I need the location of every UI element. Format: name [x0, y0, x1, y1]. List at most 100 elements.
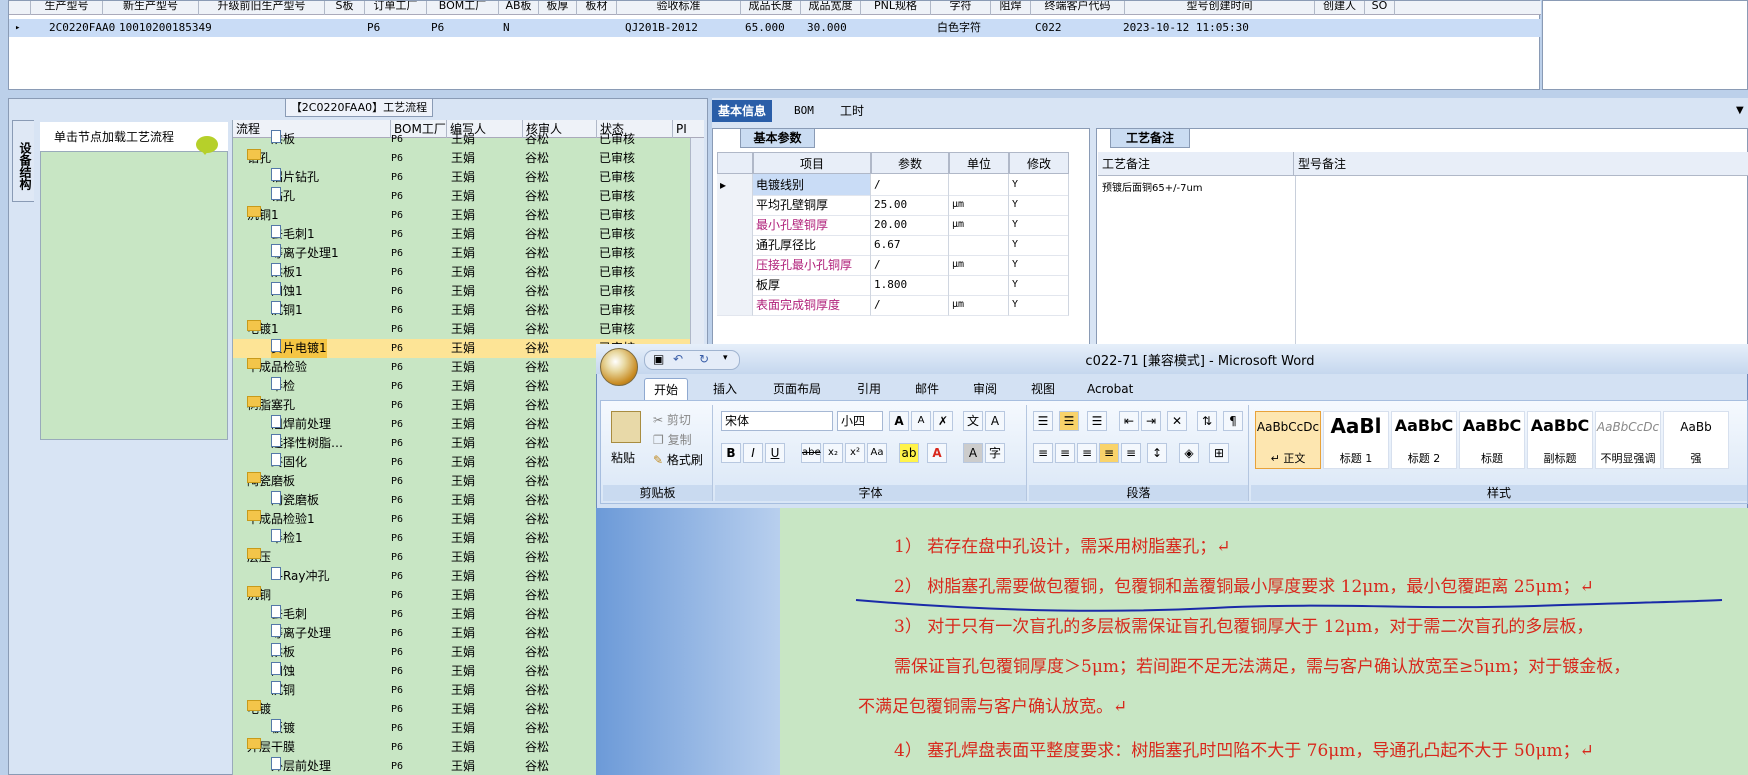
param-value[interactable]: / [871, 174, 949, 196]
tree-node[interactable]: 陶瓷磨板 [271, 491, 319, 510]
numbering-icon[interactable]: ☰ [1059, 411, 1079, 431]
redo-icon[interactable]: ↻ [699, 352, 709, 366]
cell-bom-factory[interactable]: P6 [391, 624, 403, 643]
param-value[interactable]: / [871, 294, 949, 316]
shrink-font-icon[interactable]: A [911, 411, 931, 431]
cell-reviewer[interactable]: 谷松 [525, 472, 549, 491]
col-header[interactable]: 新生产型号 [103, 1, 199, 15]
cell-bom-factory[interactable]: P6 [391, 415, 403, 434]
col-header[interactable]: PNL规格 [861, 1, 931, 15]
param-unit[interactable] [949, 174, 1009, 196]
tree-row[interactable]: −电镀1 P6 王娟 谷松 已审核 [233, 320, 704, 339]
cell-bom-factory[interactable]: P6 [391, 529, 403, 548]
param-name[interactable]: 表面完成铜厚度 [753, 294, 871, 316]
device-structure-tab[interactable]: 设备结构 [12, 120, 34, 202]
cell-writer[interactable]: 王娟 [451, 757, 475, 775]
char-shading-icon[interactable]: A [963, 443, 983, 463]
style-item[interactable]: AaBl 标题 1 [1323, 411, 1389, 469]
col-header[interactable]: 订单工厂 [365, 1, 427, 15]
tab-bom[interactable]: BOM [788, 100, 820, 122]
cell-writer[interactable]: 王娟 [451, 396, 475, 415]
char-border-icon[interactable]: A [985, 411, 1005, 431]
model-row[interactable]: ▸ 2C0220FAA0 10010200185349 P6 P6 N QJ20… [9, 19, 1541, 37]
cell-writer[interactable]: 王娟 [451, 567, 475, 586]
col-header[interactable]: 板材 [577, 1, 617, 15]
tree-node[interactable]: −沉铜1 [247, 206, 279, 225]
paste-icon[interactable] [611, 411, 641, 443]
tree-row[interactable]: 钻孔 P6 王娟 谷松 已审核 [233, 187, 704, 206]
cell-reviewer[interactable]: 谷松 [525, 339, 549, 358]
style-item[interactable]: AaBb 强 [1663, 411, 1729, 469]
tree-node[interactable]: −层压 [247, 548, 271, 567]
cell-reviewer[interactable]: 谷松 [525, 700, 549, 719]
col-header[interactable]: 修改 [1009, 152, 1069, 174]
param-row[interactable]: 通孔厚径比 6.67 Y [717, 234, 1087, 256]
cell-writer[interactable]: 王娟 [451, 662, 475, 681]
tree-row[interactable]: 去毛刺1 P6 王娟 谷松 已审核 [233, 225, 704, 244]
cell-writer[interactable]: 王娟 [451, 472, 475, 491]
col-header[interactable]: 成品长度 [741, 1, 801, 15]
cell-bom-factory[interactable]: P6 [429, 19, 444, 37]
tree-node[interactable]: 烘板 [271, 643, 295, 662]
tree-node[interactable]: 去毛刺 [271, 605, 307, 624]
cell-writer[interactable]: 王娟 [451, 168, 475, 187]
cell-bom-factory[interactable]: P6 [391, 700, 403, 719]
cell-writer[interactable]: 王娟 [451, 605, 475, 624]
param-row[interactable]: 表面完成铜厚度 / μm Y [717, 294, 1087, 316]
tree-node[interactable]: 负片电镀1 [271, 339, 327, 358]
col-header[interactable]: 工艺备注 [1098, 152, 1294, 176]
cell-reviewer[interactable]: 谷松 [525, 529, 549, 548]
cell-writer[interactable]: 王娟 [451, 434, 475, 453]
cell-bom-factory[interactable]: P6 [391, 738, 403, 757]
param-modify[interactable]: Y [1009, 294, 1069, 316]
cell-bom-factory[interactable]: P6 [391, 244, 403, 263]
param-name[interactable]: 平均孔壁铜厚 [753, 194, 871, 216]
tree-row[interactable]: 烘板1 P6 王娟 谷松 已审核 [233, 263, 704, 282]
cell-order-factory[interactable]: P6 [365, 19, 380, 37]
cell-reviewer[interactable]: 谷松 [525, 491, 549, 510]
align-left-icon[interactable]: ≡ [1033, 443, 1053, 463]
cell-reviewer[interactable]: 谷松 [525, 643, 549, 662]
underline-icon[interactable]: U [765, 443, 785, 463]
cell-writer[interactable]: 王娟 [451, 282, 475, 301]
cell-bom-factory[interactable]: P6 [391, 168, 403, 187]
param-unit[interactable]: μm [949, 194, 1009, 216]
strikethrough-icon[interactable]: abe [801, 443, 821, 463]
col-header[interactable]: 板厚 [539, 1, 577, 15]
tab-basic-params[interactable]: 基本参数 [740, 128, 815, 148]
cell-bom-factory[interactable]: P6 [391, 567, 403, 586]
param-row[interactable]: 平均孔壁铜厚 25.00 μm Y [717, 194, 1087, 216]
cell-writer[interactable]: 王娟 [451, 225, 475, 244]
tab-home[interactable]: 开始 [644, 378, 689, 400]
param-value[interactable]: 25.00 [871, 194, 949, 216]
cell-status[interactable]: 已审核 [599, 282, 635, 301]
tab-insert[interactable]: 插入 [704, 378, 746, 400]
cell-writer[interactable]: 王娟 [451, 320, 475, 339]
font-size-select[interactable]: 小四 [837, 411, 883, 431]
tab-mailings[interactable]: 邮件 [906, 378, 948, 400]
cell-bom-factory[interactable]: P6 [391, 282, 403, 301]
cell-length[interactable]: 65.000 [743, 19, 785, 37]
cell-writer[interactable]: 王娟 [451, 548, 475, 567]
paste-button[interactable]: 粘贴 [611, 449, 635, 466]
col-header[interactable]: 项目 [753, 152, 871, 174]
line-spacing-icon[interactable]: ↕ [1147, 443, 1167, 463]
tree-node[interactable]: 烘板 [271, 130, 295, 149]
show-marks-icon[interactable]: ¶ [1223, 411, 1243, 431]
cell-customer[interactable]: C022 [1033, 19, 1062, 37]
col-header[interactable]: 字符 [931, 1, 991, 15]
cell-reviewer[interactable]: 谷松 [525, 187, 549, 206]
cell-writer[interactable]: 王娟 [451, 453, 475, 472]
cell-writer[interactable]: 王娟 [451, 339, 475, 358]
tab-basic-info[interactable]: 基本信息 [712, 100, 773, 122]
tree-row[interactable]: 沉铜1 P6 王娟 谷松 已审核 [233, 301, 704, 320]
tree-row[interactable]: −钻孔 P6 王娟 谷松 已审核 [233, 149, 704, 168]
cell-new-model[interactable]: 10010200185349 [117, 19, 212, 37]
quick-access-toolbar[interactable]: ▣ ↶ ↻ ▾ [644, 350, 740, 370]
cell-status[interactable]: 已审核 [599, 206, 635, 225]
cell-reviewer[interactable]: 谷松 [525, 244, 549, 263]
cell-bom-factory[interactable]: P6 [391, 263, 403, 282]
cell-bom-factory[interactable]: P6 [391, 434, 403, 453]
cell-status[interactable]: 已审核 [599, 244, 635, 263]
cell-reviewer[interactable]: 谷松 [525, 396, 549, 415]
